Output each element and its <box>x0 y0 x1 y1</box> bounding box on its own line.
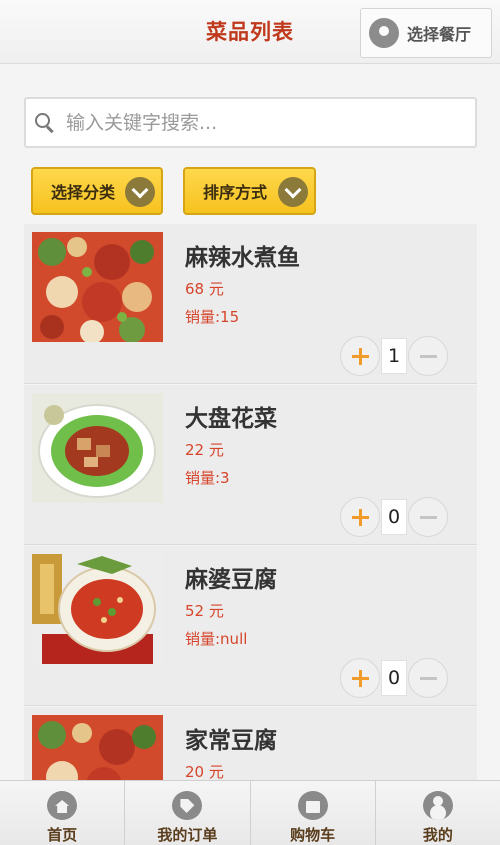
dish-photo <box>32 715 163 780</box>
quantity-value[interactable]: 0 <box>381 499 407 535</box>
search-icon <box>34 112 56 134</box>
header-bar: 菜品列表 选择餐厅 <box>0 0 500 64</box>
dish-photo <box>32 393 163 503</box>
nav-orders[interactable]: 我的订单 <box>125 781 251 845</box>
plus-icon[interactable] <box>340 336 380 376</box>
sort-select-label: 排序方式 <box>203 183 268 202</box>
tag-icon <box>172 791 203 820</box>
category-select-button[interactable]: 选择分类 <box>31 167 163 215</box>
dish-name: 麻辣水煮鱼 <box>185 245 300 271</box>
category-select-label: 选择分类 <box>51 183 116 202</box>
shopping-bag-icon <box>297 791 328 820</box>
select-restaurant-button[interactable]: 选择餐厅 <box>360 8 492 58</box>
nav-label: 购物车 <box>290 826 336 844</box>
dish-list[interactable]: 麻辣水煮鱼 68 元 销量:15 1 大盘花菜 22 元 销量:3 0 麻婆豆腐… <box>24 224 477 780</box>
user-icon <box>422 791 453 820</box>
dish-item[interactable]: 麻婆豆腐 52 元 销量:null 0 <box>24 546 477 706</box>
dish-name: 麻婆豆腐 <box>185 567 277 593</box>
dish-item[interactable]: 大盘花菜 22 元 销量:3 0 <box>24 385 477 545</box>
plus-icon[interactable] <box>340 658 380 698</box>
dish-name: 家常豆腐 <box>185 728 277 754</box>
quantity-value[interactable]: 0 <box>381 660 407 696</box>
dish-price: 68 元 <box>185 280 224 298</box>
search-input[interactable] <box>66 111 446 134</box>
dish-price: 52 元 <box>185 602 224 620</box>
nav-label: 首页 <box>47 826 78 844</box>
search-box[interactable] <box>24 97 477 148</box>
dish-item[interactable]: 麻辣水煮鱼 68 元 销量:15 1 <box>24 224 477 384</box>
quantity-stepper: 0 <box>340 658 450 698</box>
minus-icon[interactable] <box>408 658 448 698</box>
sort-select-button[interactable]: 排序方式 <box>183 167 316 215</box>
dish-price: 20 元 <box>185 763 224 780</box>
select-restaurant-label: 选择餐厅 <box>407 25 472 44</box>
nav-label: 我的订单 <box>157 826 218 844</box>
dish-photo <box>32 554 163 664</box>
home-icon <box>47 791 78 820</box>
nav-label: 我的 <box>422 826 453 844</box>
dish-price: 22 元 <box>185 441 224 459</box>
chevron-down-icon <box>278 177 308 207</box>
location-pin-icon <box>369 18 399 48</box>
bottom-nav: 首页 我的订单 购物车 我的 <box>0 780 500 845</box>
dish-sales: 销量:3 <box>185 469 230 487</box>
quantity-stepper: 0 <box>340 497 450 537</box>
dish-item[interactable]: 家常豆腐 20 元 <box>24 707 477 780</box>
quantity-stepper: 1 <box>340 336 450 376</box>
dish-sales: 销量:null <box>185 630 248 648</box>
nav-cart[interactable]: 购物车 <box>251 781 376 845</box>
minus-icon[interactable] <box>408 336 448 376</box>
nav-home[interactable]: 首页 <box>0 781 126 845</box>
minus-icon[interactable] <box>408 497 448 537</box>
dish-photo <box>32 232 163 342</box>
chevron-down-icon <box>125 177 155 207</box>
dish-name: 大盘花菜 <box>185 406 277 432</box>
quantity-value[interactable]: 1 <box>381 338 407 374</box>
plus-icon[interactable] <box>340 497 380 537</box>
dish-sales: 销量:15 <box>185 308 240 326</box>
nav-profile[interactable]: 我的 <box>376 781 500 845</box>
